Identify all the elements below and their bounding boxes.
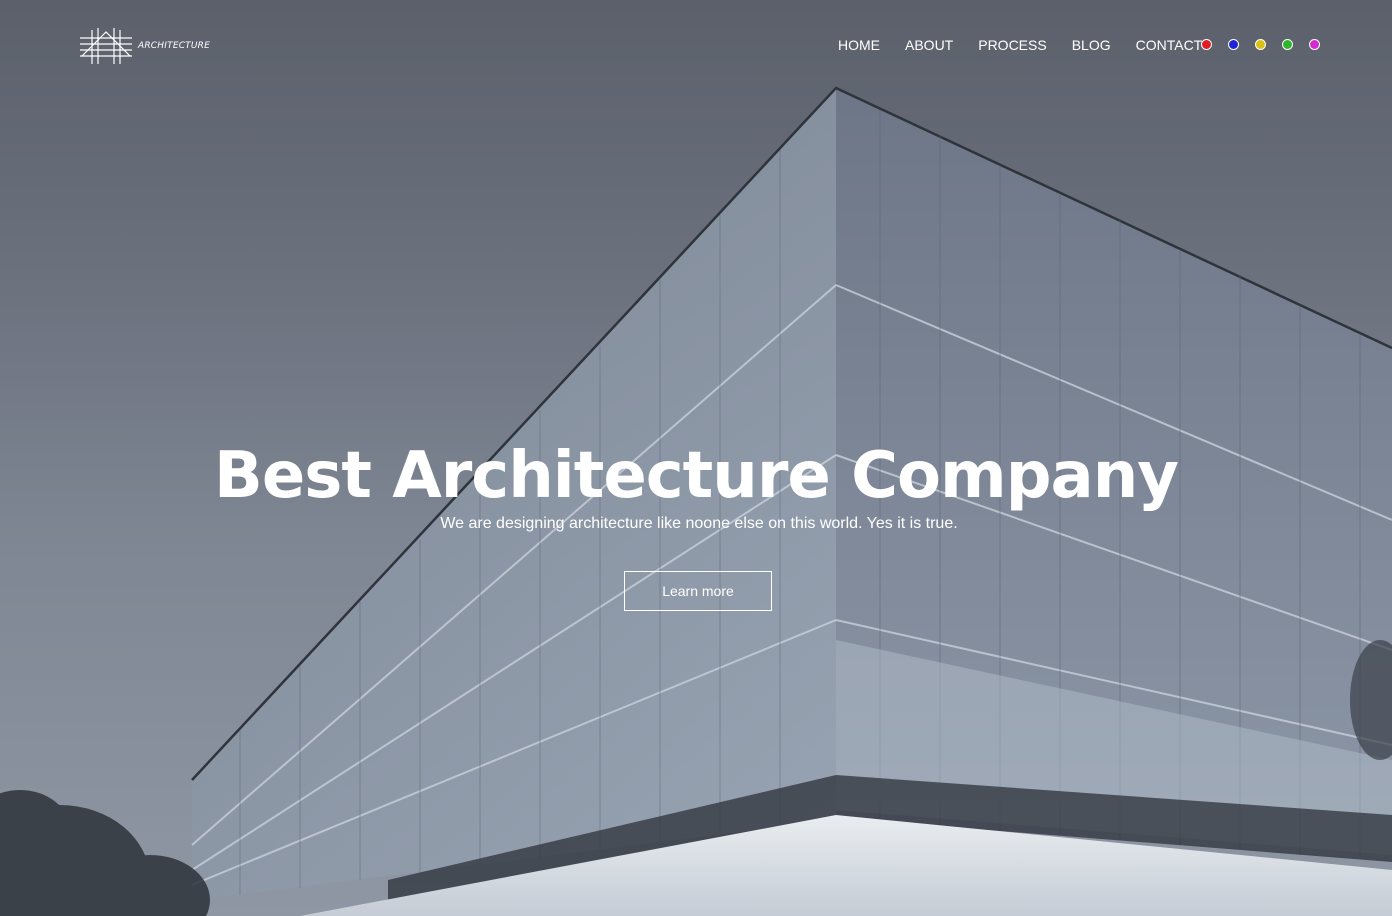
swatch-blue[interactable] (1228, 39, 1239, 50)
nav-home[interactable]: HOME (838, 36, 880, 54)
nav-process[interactable]: PROCESS (978, 36, 1046, 54)
building-sketch-logo-icon (80, 28, 132, 64)
hero-subtitle: We are designing architecture like noone… (440, 515, 958, 532)
main-nav: HOME ABOUT PROCESS BLOG CONTACT (838, 36, 1202, 54)
brand-name: ARCHITECTURE (138, 41, 211, 51)
swatch-yellow[interactable] (1255, 39, 1266, 50)
hero-section: ARCHITECTURE HOME ABOUT PROCESS BLOG CON… (0, 0, 1392, 916)
swatch-red[interactable] (1201, 39, 1212, 50)
learn-more-button[interactable]: Learn more (624, 571, 772, 611)
swatch-magenta[interactable] (1309, 39, 1320, 50)
swatch-green[interactable] (1282, 39, 1293, 50)
nav-contact[interactable]: CONTACT (1136, 36, 1203, 54)
theme-color-swatches (1201, 39, 1320, 50)
nav-about[interactable]: ABOUT (905, 36, 953, 54)
hero-title: Best Architecture Company (214, 439, 1179, 513)
brand-logo[interactable]: ARCHITECTURE (78, 26, 210, 66)
nav-blog[interactable]: BLOG (1072, 36, 1111, 54)
